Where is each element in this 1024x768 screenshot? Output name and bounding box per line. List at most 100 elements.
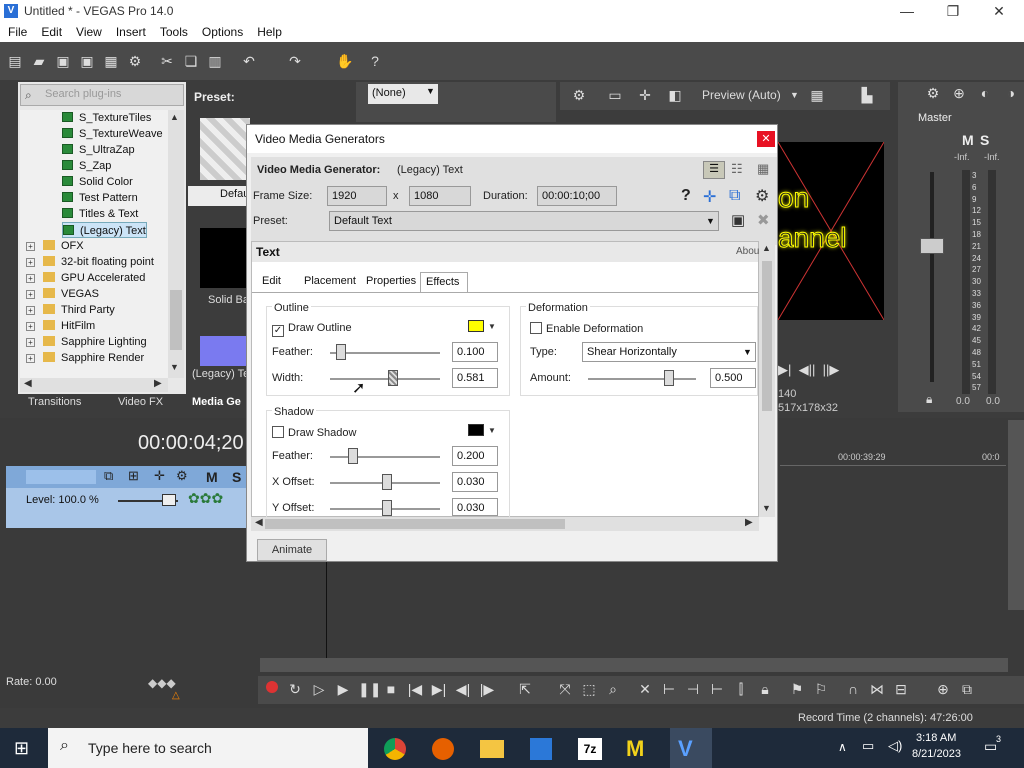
- play-icon[interactable]: ▶: [334, 680, 352, 698]
- enable-deformation-checkbox[interactable]: Enable Deformation: [530, 322, 643, 335]
- tree-folder[interactable]: + Sapphire Lighting: [26, 334, 147, 350]
- timeline-vscrollbar[interactable]: [1008, 420, 1024, 610]
- ignore-grouping-icon[interactable]: ⧉: [958, 680, 976, 698]
- master-mute-button[interactable]: M: [962, 132, 974, 148]
- trim-icon[interactable]: ⊢: [660, 680, 678, 698]
- scroll-down-icon[interactable]: ▼: [170, 362, 179, 372]
- clock-date[interactable]: 8/21/2023: [912, 748, 961, 760]
- text-panel-vscrollbar[interactable]: ▲ ▼: [759, 241, 775, 517]
- draw-shadow-checkbox[interactable]: Draw Shadow: [272, 426, 356, 439]
- trim-start-icon[interactable]: ⊣: [684, 680, 702, 698]
- expand-icon[interactable]: +: [26, 274, 35, 283]
- tree-folder[interactable]: + Sapphire Render: [26, 350, 144, 366]
- record-icon[interactable]: [266, 681, 278, 693]
- windows-start-icon[interactable]: ⊞: [14, 738, 29, 759]
- tree-item[interactable]: Titles & Text: [62, 206, 138, 222]
- open-icon[interactable]: ▰: [30, 52, 48, 70]
- dim-icon[interactable]: ◑: [1002, 84, 1020, 102]
- tree-item[interactable]: S_UltraZap: [62, 142, 135, 158]
- preview-gear-icon[interactable]: ⚙: [570, 86, 588, 104]
- chrome-icon[interactable]: [384, 738, 406, 760]
- menu-help[interactable]: Help: [249, 24, 288, 39]
- level-knob[interactable]: [162, 494, 176, 506]
- animate-button[interactable]: Animate: [257, 539, 327, 561]
- tab-transitions[interactable]: Transitions: [28, 396, 81, 408]
- expand-icon[interactable]: +: [26, 354, 35, 363]
- save-preset-icon[interactable]: ▣: [731, 211, 745, 229]
- help-icon[interactable]: ?: [681, 187, 691, 205]
- menu-options[interactable]: Options: [194, 24, 249, 39]
- prev-frame-icon[interactable]: ◀|: [454, 680, 472, 698]
- about-link[interactable]: Abou: [736, 246, 759, 257]
- preset-thumb-legacy[interactable]: [200, 336, 250, 366]
- shadow-feather-slider[interactable]: [330, 456, 440, 458]
- dialog-close-button[interactable]: ✕: [757, 131, 775, 147]
- deformation-type-select[interactable]: Shear Horizontally ▼: [582, 342, 756, 362]
- tree-hscrollbar[interactable]: ◀ ▶: [20, 378, 168, 392]
- tree-folder[interactable]: + Third Party: [26, 302, 115, 318]
- split-select[interactable]: (None) ▼: [368, 84, 438, 104]
- grid-icon[interactable]: ▦: [808, 86, 826, 104]
- expand-icon[interactable]: +: [26, 306, 35, 315]
- lock-event-icon[interactable]: 🔒︎: [756, 680, 774, 698]
- new-icon[interactable]: ▤: [6, 52, 24, 70]
- tree-folder[interactable]: + VEGAS: [26, 286, 99, 302]
- outline-feather-input[interactable]: 0.100: [452, 342, 498, 362]
- deformation-amount-input[interactable]: 0.500: [710, 368, 756, 388]
- chevron-down-icon[interactable]: ▼: [488, 322, 496, 331]
- next-icon[interactable]: ||▶: [823, 362, 840, 377]
- lock-icon[interactable]: 🔒︎: [926, 392, 932, 407]
- track-mute-button[interactable]: M: [206, 469, 218, 485]
- redo-icon[interactable]: ↷: [286, 52, 304, 70]
- delete-icon[interactable]: ✕: [636, 680, 654, 698]
- selection-tool-icon[interactable]: ⬚: [580, 680, 598, 698]
- preset-thumb-default[interactable]: [200, 118, 250, 180]
- firefox-icon[interactable]: [432, 738, 454, 760]
- copy-icon[interactable]: ❏: [182, 52, 200, 70]
- volume-icon[interactable]: ◁): [888, 738, 902, 754]
- maximize-button[interactable]: ❐: [930, 0, 976, 24]
- copy-frame-icon[interactable]: ▙: [858, 86, 876, 104]
- paste-icon[interactable]: ▥: [206, 52, 224, 70]
- tab-edit[interactable]: Edit: [262, 272, 281, 292]
- render-icon[interactable]: ▦: [102, 52, 120, 70]
- draw-outline-checkbox[interactable]: ✓ Draw Outline: [272, 322, 352, 337]
- zoom-tool-icon[interactable]: ⌕: [604, 680, 622, 698]
- snapping-icon[interactable]: ∩: [844, 680, 862, 698]
- tree-item[interactable]: Solid Color: [62, 174, 133, 190]
- motion-icon[interactable]: ✛: [703, 187, 716, 207]
- deformation-amount-slider[interactable]: [588, 378, 696, 380]
- outline-feather-knob[interactable]: [336, 344, 346, 360]
- copy-snapshot-icon[interactable]: ▭: [606, 86, 624, 104]
- stop-icon[interactable]: ■: [382, 680, 400, 698]
- scroll-up-icon[interactable]: ▲: [170, 112, 179, 122]
- next-frame-icon[interactable]: |▶: [478, 680, 496, 698]
- auto-crossfade-icon[interactable]: ⋈: [868, 680, 886, 698]
- tree-item[interactable]: S_TextureTiles: [62, 110, 151, 126]
- file-explorer-icon[interactable]: [480, 740, 504, 758]
- scroll-right-icon[interactable]: ▶: [745, 517, 753, 528]
- cut-icon[interactable]: ✂: [158, 52, 176, 70]
- deformation-amount-knob[interactable]: [664, 370, 674, 386]
- tree-folder[interactable]: + OFX: [26, 238, 84, 254]
- chevron-down-icon[interactable]: ▼: [488, 426, 496, 435]
- scroll-thumb[interactable]: [265, 519, 565, 529]
- master-fx-icon[interactable]: ⊕: [950, 84, 968, 102]
- downmix-icon[interactable]: ◐: [976, 84, 994, 102]
- track-fx-chain-icon[interactable]: ✿✿✿: [188, 490, 223, 507]
- text-panel-hscrollbar[interactable]: ◀ ▶: [251, 517, 759, 531]
- compositing-icon[interactable]: ⧉: [729, 187, 740, 205]
- compositing-icon[interactable]: ✛: [154, 468, 165, 484]
- tab-media-generators[interactable]: Media Ge: [192, 396, 241, 408]
- track-name-field[interactable]: [26, 470, 96, 484]
- expand-icon[interactable]: +: [26, 242, 35, 251]
- master-solo-button[interactable]: S: [980, 132, 989, 148]
- expand-icon[interactable]: +: [26, 258, 35, 267]
- tab-properties[interactable]: Properties: [366, 272, 416, 292]
- frame-height-input[interactable]: 1080: [409, 186, 471, 206]
- preview-quality-select[interactable]: Preview (Auto): [702, 88, 781, 102]
- lock-envelopes-icon[interactable]: ⊕: [934, 680, 952, 698]
- shadow-color-swatch[interactable]: [468, 424, 484, 436]
- menu-insert[interactable]: Insert: [108, 24, 152, 39]
- minimize-button[interactable]: —: [884, 0, 930, 24]
